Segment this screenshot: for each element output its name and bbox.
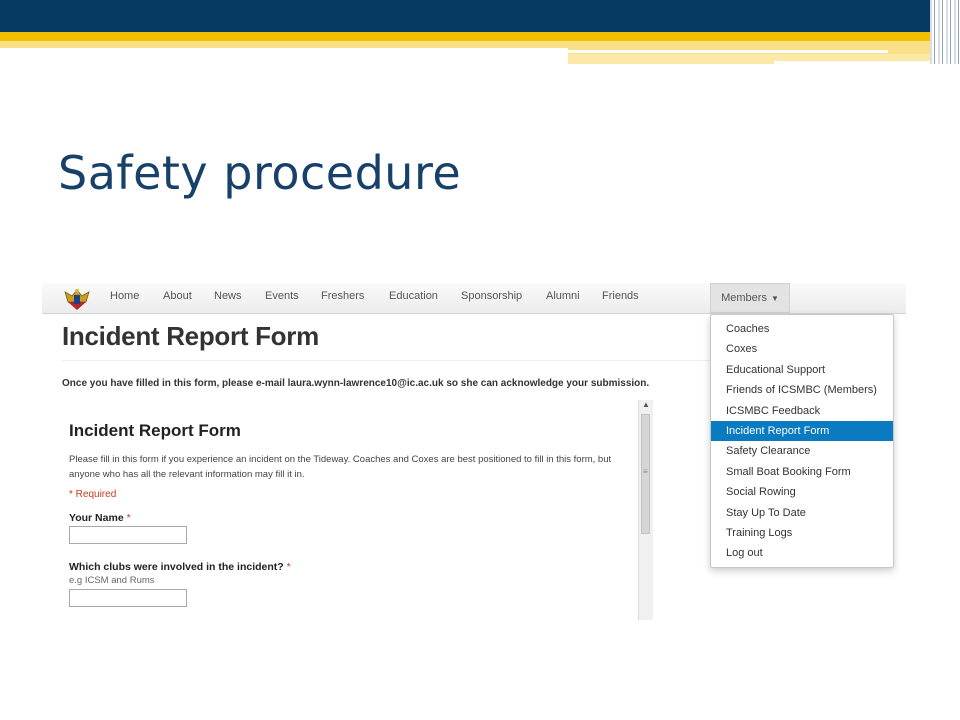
header-band-stripe: [568, 50, 888, 53]
dropdown-item-training-logs[interactable]: Training Logs: [711, 523, 893, 543]
members-dropdown-menu: Coaches Coxes Educational Support Friend…: [710, 314, 894, 568]
header-band-navy: [0, 0, 960, 32]
club-crest-icon[interactable]: [62, 286, 92, 312]
form-description: Please fill in this form if you experien…: [69, 454, 612, 480]
dropdown-item-coaches[interactable]: Coaches: [711, 319, 893, 339]
intro-text: Once you have filled in this form, pleas…: [62, 378, 650, 389]
required-note: * Required: [69, 489, 117, 500]
nav-home[interactable]: Home: [110, 290, 139, 302]
grip-icon: ≡: [643, 467, 648, 476]
header-band-gold-light: [0, 41, 930, 48]
dropdown-item-friends-of-icsmbc[interactable]: Friends of ICSMBC (Members): [711, 380, 893, 400]
header-band-gold: [0, 32, 930, 41]
dropdown-item-coxes[interactable]: Coxes: [711, 339, 893, 359]
name-input[interactable]: [69, 526, 187, 544]
dropdown-item-safety-clearance[interactable]: Safety Clearance: [711, 441, 893, 461]
nav-education[interactable]: Education: [389, 290, 438, 302]
heading-divider: [62, 360, 722, 361]
clubs-field-label: Which clubs were involved in the inciden…: [69, 561, 291, 573]
clubs-field-help: e.g ICSM and Rums: [69, 575, 155, 586]
members-dropdown-button[interactable]: Members ▼: [710, 283, 790, 313]
required-mark: *: [126, 512, 131, 524]
form-title: Incident Report Form: [69, 421, 241, 440]
nav-alumni[interactable]: Alumni: [546, 290, 580, 302]
website-screenshot: Home About News Events Freshers Educatio…: [42, 280, 906, 620]
members-label: Members: [721, 292, 767, 304]
nav-news[interactable]: News: [214, 290, 242, 302]
name-field-label: Your Name *: [69, 512, 131, 524]
dropdown-item-icsmbc-feedback[interactable]: ICSMBC Feedback: [711, 401, 893, 421]
required-mark: *: [286, 561, 291, 573]
caret-down-icon: ▼: [770, 293, 779, 303]
site-navbar: Home About News Events Freshers Educatio…: [42, 283, 906, 314]
dropdown-item-stay-up-to-date[interactable]: Stay Up To Date: [711, 503, 893, 523]
name-field-label-text: Your Name: [69, 512, 124, 524]
scroll-thumb[interactable]: ≡: [641, 414, 650, 534]
nav-about[interactable]: About: [163, 290, 192, 302]
nav-friends[interactable]: Friends: [602, 290, 639, 302]
dropdown-item-social-rowing[interactable]: Social Rowing: [711, 482, 893, 502]
nav-events[interactable]: Events: [265, 290, 299, 302]
header-side-stripes: [930, 0, 960, 64]
dropdown-item-educational-support[interactable]: Educational Support: [711, 360, 893, 380]
nav-sponsorship[interactable]: Sponsorship: [461, 290, 522, 302]
embedded-form: Incident Report Form Please fill in this…: [62, 400, 652, 620]
slide-title: Safety procedure: [58, 146, 462, 200]
dropdown-item-incident-report-form[interactable]: Incident Report Form: [711, 420, 893, 442]
header-band-stripe: [774, 61, 930, 64]
form-scrollbar[interactable]: ▲ ≡: [638, 400, 653, 620]
dropdown-item-small-boat-booking-form[interactable]: Small Boat Booking Form: [711, 462, 893, 482]
scroll-up-arrow-icon[interactable]: ▲: [642, 400, 650, 409]
page-heading: Incident Report Form: [62, 321, 319, 351]
clubs-input[interactable]: [69, 589, 187, 607]
dropdown-item-log-out[interactable]: Log out: [711, 543, 893, 563]
clubs-field-label-text: Which clubs were involved in the inciden…: [69, 561, 284, 573]
nav-freshers[interactable]: Freshers: [321, 290, 364, 302]
